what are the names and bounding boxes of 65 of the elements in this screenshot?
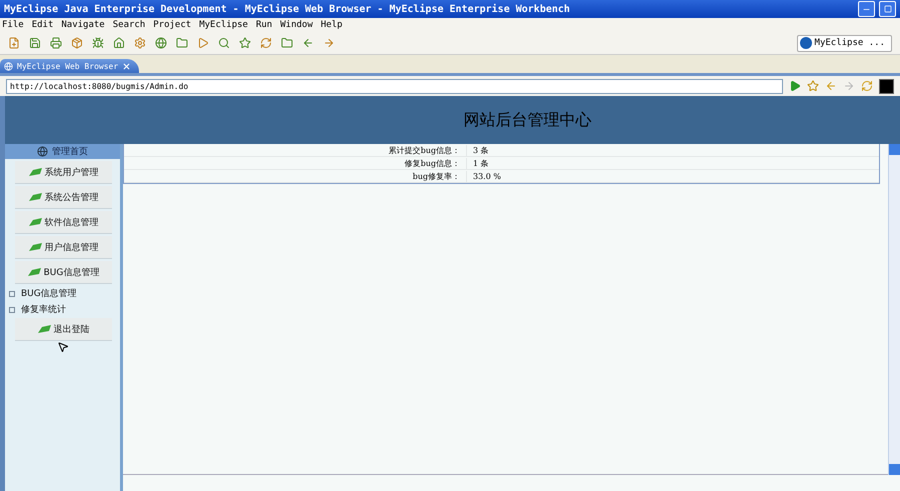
home-icon[interactable] [113, 37, 125, 49]
stat-label: 累计提交bug信息： [124, 144, 467, 156]
folder-icon[interactable] [176, 37, 188, 49]
menu-item[interactable]: Navigate [61, 20, 105, 30]
browser-tab[interactable]: MyEclipse Web Browser [0, 59, 140, 73]
stat-value: 3 条 [472, 144, 489, 156]
star-icon[interactable] [239, 37, 251, 49]
cursor-icon [57, 341, 69, 353]
menu-item[interactable]: Run [256, 20, 272, 30]
page-title: 网站后台管理中心 [464, 110, 592, 130]
scrollbar[interactable] [888, 144, 900, 475]
menu-item[interactable]: Help [320, 20, 342, 30]
sidebar-button[interactable]: 系统用户管理 [15, 161, 112, 184]
refresh-icon[interactable] [861, 80, 873, 92]
leaf-icon [38, 324, 52, 334]
stop-square-icon[interactable] [879, 78, 894, 94]
globe-icon[interactable] [155, 37, 167, 49]
sidebar-link[interactable]: BUG信息管理 [9, 287, 120, 300]
stat-value: 33.0 % [472, 172, 501, 180]
back-icon[interactable] [302, 37, 314, 49]
leaf-icon [28, 192, 42, 202]
leaf-icon [28, 242, 42, 252]
sidebar-button[interactable]: 系统公告管理 [15, 186, 112, 209]
minimize-button[interactable] [858, 1, 875, 17]
new-file-icon[interactable] [8, 37, 20, 49]
stat-label: 修复bug信息： [124, 158, 467, 168]
menu-item[interactable]: Project [153, 20, 192, 30]
folder-icon[interactable] [281, 37, 293, 49]
star-icon[interactable] [807, 80, 819, 92]
menu-item[interactable]: Edit [32, 20, 54, 30]
sidebar-link[interactable]: 修复率统计 [9, 303, 120, 316]
run-icon[interactable] [197, 37, 209, 49]
menu-item[interactable]: Search [112, 20, 146, 30]
leaf-icon [28, 218, 42, 226]
package-icon[interactable] [71, 37, 83, 49]
maximize-icon [884, 5, 892, 13]
perspective-icon [800, 37, 812, 49]
bug-icon[interactable] [92, 37, 104, 49]
leaf-icon [28, 168, 42, 176]
back-icon[interactable] [825, 80, 837, 92]
stat-label: bug修复率： [124, 170, 467, 182]
sidebar-button[interactable]: 软件信息管理 [15, 211, 112, 234]
menu-item[interactable]: File [2, 20, 24, 30]
search-icon[interactable] [218, 37, 230, 49]
sidebar-button[interactable]: 退出登陆 [15, 318, 112, 341]
stat-value: 1 条 [472, 158, 489, 168]
address-field[interactable]: http://localhost:8080/bugmis/Admin.do [6, 78, 783, 94]
leaf-icon [28, 268, 42, 276]
menu-item[interactable]: MyEclipse [199, 20, 248, 30]
window-title: MyEclipse Java Enterprise Development - MyEclipse Web Browser - MyEclipse Enterprise Workbench [4, 4, 571, 14]
printer-icon[interactable] [50, 37, 62, 49]
maximize-button[interactable] [879, 1, 896, 17]
save-icon[interactable] [29, 37, 41, 49]
sidebar-button[interactable]: BUG信息管理 [15, 261, 112, 284]
go-icon[interactable] [789, 80, 801, 92]
perspective-button[interactable]: MyEclipse ... [796, 34, 892, 52]
settings-icon[interactable] [134, 37, 146, 49]
globe-icon [37, 146, 48, 157]
sidebar-button[interactable]: 用户信息管理 [15, 236, 112, 259]
refresh-icon[interactable] [260, 37, 272, 49]
globe-icon [4, 62, 13, 70]
menu-item[interactable]: Window [280, 20, 313, 30]
forward-icon[interactable] [323, 37, 335, 49]
sidebar-title: 管理首页 [52, 146, 88, 158]
close-icon[interactable] [122, 62, 132, 70]
